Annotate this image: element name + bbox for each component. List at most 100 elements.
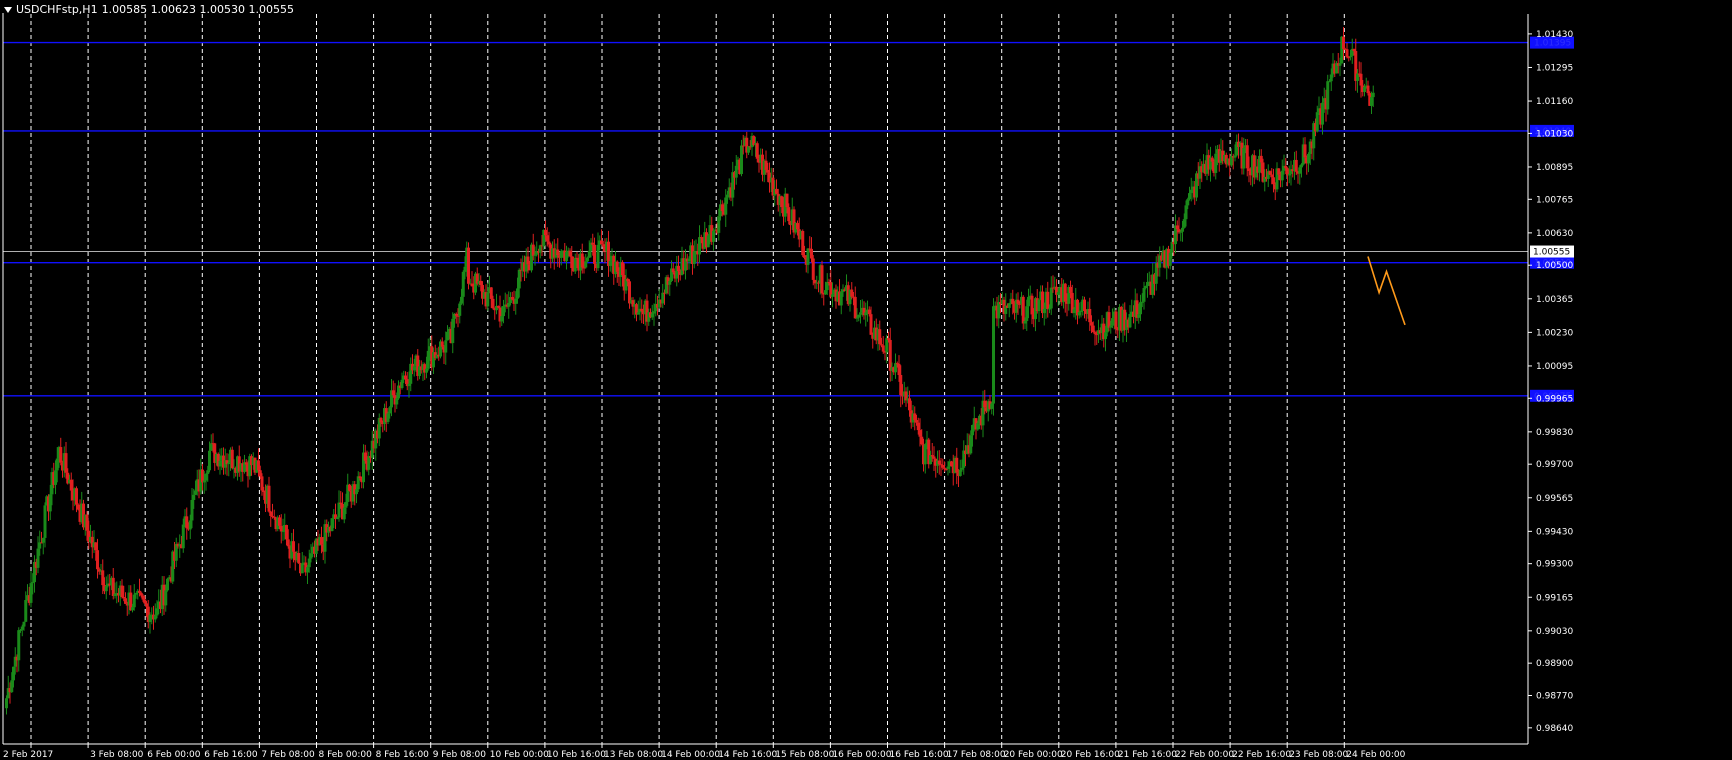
- candle-body: [1007, 303, 1011, 308]
- x-tick-label: 20 Feb 00:00: [1004, 750, 1063, 760]
- candle-body: [54, 470, 57, 485]
- candle-body: [859, 312, 862, 315]
- candle-body: [640, 308, 644, 311]
- candle-body: [367, 456, 371, 470]
- candle-body: [878, 329, 882, 345]
- price-chart[interactable]: 1.013951.010401.005100.999751.00555 2 Fe…: [0, 0, 1732, 760]
- candle-body: [1069, 287, 1072, 293]
- candle-body: [188, 520, 192, 530]
- dropdown-triangle-icon[interactable]: [4, 6, 12, 13]
- candle-body: [391, 390, 395, 396]
- y-tick-label: 0.99300: [1536, 560, 1573, 570]
- candle-body: [1356, 73, 1359, 81]
- candle-body: [717, 216, 721, 233]
- projection-polyline[interactable]: [1367, 256, 1406, 326]
- chart-window[interactable]: 1.01395 1.01040 1.00510 0.99975 1.00555 2 Fe…: [0, 0, 1732, 760]
- candle-body: [1046, 291, 1050, 310]
- candle-body: [94, 542, 98, 551]
- candle-body: [1277, 168, 1281, 175]
- candle-body: [69, 479, 73, 491]
- candle-body: [337, 502, 341, 518]
- candle-body: [1128, 314, 1132, 328]
- candle-body: [920, 436, 924, 445]
- candle-body: [568, 250, 572, 257]
- candle-body: [1063, 283, 1067, 302]
- candle-body: [286, 539, 290, 547]
- candle-body: [185, 516, 189, 529]
- candle-body: [113, 593, 117, 597]
- candle-body: [559, 251, 563, 258]
- candle-body: [1280, 170, 1284, 181]
- candle-body: [507, 303, 511, 307]
- candle-body: [1242, 147, 1246, 169]
- x-tick-label: 17 Feb 08:00: [947, 750, 1006, 760]
- candle-body: [932, 456, 936, 459]
- candle-body: [582, 267, 586, 269]
- candle-body: [479, 280, 483, 286]
- candle-body: [720, 204, 724, 212]
- candle-body: [285, 525, 288, 540]
- candle-body: [1093, 332, 1097, 335]
- candle-body: [1137, 314, 1141, 318]
- candle-body: [855, 317, 859, 319]
- candle-body: [440, 341, 444, 347]
- candle-body: [489, 287, 493, 299]
- projection-line[interactable]: [1367, 256, 1406, 326]
- candle-body: [48, 494, 52, 512]
- candle-body: [395, 398, 399, 405]
- candle-body: [344, 501, 348, 508]
- candle-body: [174, 543, 178, 561]
- candle-body: [279, 525, 283, 532]
- candle-body: [330, 518, 334, 532]
- candle-body: [544, 229, 547, 236]
- candle-body: [937, 460, 941, 465]
- candle-body: [139, 592, 143, 596]
- candle-body: [76, 504, 80, 510]
- candle-body: [1370, 97, 1373, 106]
- candle-body: [386, 413, 390, 422]
- candle-body: [1326, 81, 1330, 110]
- candle-body: [194, 490, 197, 495]
- candle-body: [1349, 55, 1352, 58]
- candle-body: [650, 313, 654, 318]
- candle-body: [881, 345, 885, 352]
- candle-body: [628, 281, 631, 304]
- x-tick-label: 23 Feb 08:00: [1289, 750, 1348, 760]
- candle-body: [1016, 299, 1020, 304]
- candle-body: [379, 417, 383, 423]
- candle-body: [17, 630, 21, 661]
- candle-body: [202, 480, 206, 483]
- candle-body: [661, 292, 665, 304]
- candle-body: [915, 420, 918, 423]
- candle-body: [955, 457, 959, 473]
- candle-body: [734, 165, 738, 178]
- candle-body: [85, 514, 89, 531]
- candle-body: [960, 467, 964, 470]
- candle-body: [29, 583, 33, 603]
- candle-body: [31, 582, 35, 584]
- candle-body: [1072, 309, 1076, 314]
- candle-body: [1142, 288, 1146, 302]
- candle-body: [1214, 153, 1218, 173]
- candle-body: [342, 507, 346, 520]
- candle-body: [218, 460, 222, 467]
- x-tick-label: 21 Feb 16:00: [1118, 750, 1177, 760]
- candle-body: [801, 231, 805, 256]
- y-tick-label: 0.99030: [1536, 627, 1573, 637]
- candle-body: [104, 586, 108, 592]
- candle-body: [1268, 171, 1272, 175]
- candle-body: [400, 379, 404, 388]
- candle-body: [1338, 63, 1342, 66]
- candle-body: [916, 422, 920, 431]
- candle-body: [269, 511, 273, 516]
- candle-body: [545, 235, 549, 242]
- candle-body: [811, 258, 815, 280]
- candle-body: [764, 160, 768, 170]
- candle-body: [887, 338, 890, 340]
- candle-body: [1175, 225, 1179, 230]
- candle-body: [20, 626, 24, 630]
- x-tick-label: 16 Feb 16:00: [890, 750, 949, 760]
- candle-body: [164, 590, 168, 606]
- x-tick-label: 20 Feb 16:00: [1061, 750, 1120, 760]
- candle-body: [636, 312, 640, 315]
